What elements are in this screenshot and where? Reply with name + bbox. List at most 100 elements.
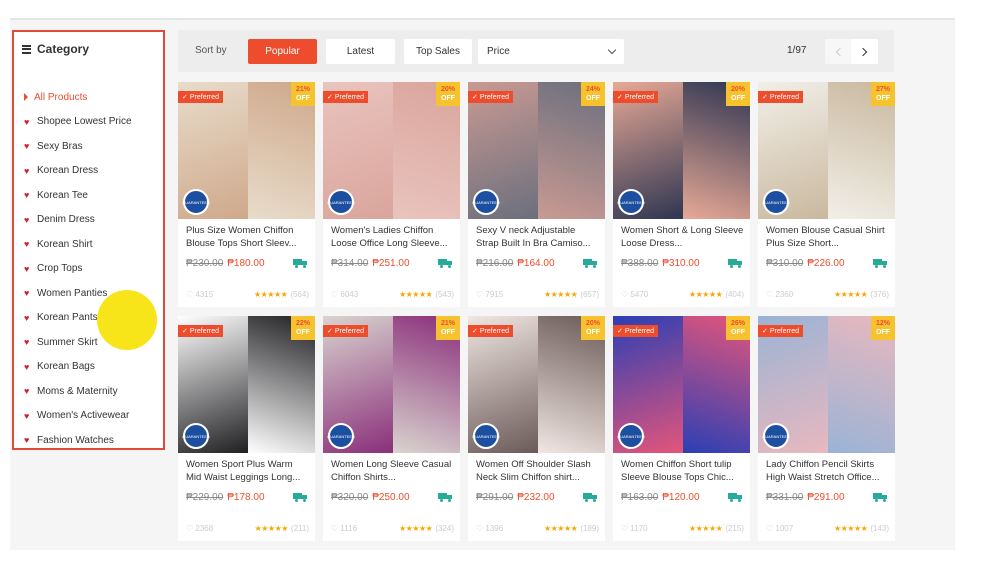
check-icon: ✓ <box>472 328 478 335</box>
off-label: OFF <box>586 329 600 336</box>
category-label: Moms & Maternity <box>37 385 118 397</box>
rating: ★★★★★ (189) <box>544 524 599 533</box>
product-name[interactable]: Sexy V neck Adjustable Strap Built In Br… <box>476 224 600 250</box>
sort-latest-button[interactable]: Latest <box>326 39 395 64</box>
product-name[interactable]: Women Blouse Casual Shirt Plus Size Shor… <box>766 224 890 250</box>
caret-right-icon <box>24 93 28 102</box>
likes[interactable]: ♡ 1116 <box>331 524 357 533</box>
heart-icon: ♥ <box>24 312 30 323</box>
rating: ★★★★★ (211) <box>255 524 309 533</box>
likes[interactable]: ♡ 1170 <box>621 524 648 533</box>
product-image[interactable]: ✓ Preferred 27% OFF GUARANTEED <box>758 82 895 219</box>
review-count: (564) <box>290 290 309 299</box>
category-item[interactable]: ♥ Shopee Lowest Price <box>24 110 132 135</box>
category-label: Fashion Watches <box>37 434 114 446</box>
likes[interactable]: ♡ 6043 <box>331 290 358 299</box>
product-name[interactable]: Plus Size Women Chiffon Blouse Tops Shor… <box>186 224 310 250</box>
product-image[interactable]: ✓ Preferred 20% OFF GUARANTEED <box>323 82 460 219</box>
category-item[interactable]: ♥ Korean Dress <box>24 159 132 184</box>
product-name[interactable]: Lady Chiffon Pencil Skirts High Waist St… <box>766 458 890 484</box>
category-item[interactable]: ♥ Korean Tee <box>24 183 132 208</box>
product-image[interactable]: ✓ Preferred 12% OFF GUARANTEED <box>758 316 895 453</box>
product-card[interactable]: ✓ Preferred 20% OFF GUARANTEED Women Short & … <box>613 82 750 307</box>
sort-popular-button[interactable]: Popular <box>248 39 317 64</box>
discount-badge: 27% OFF <box>871 82 895 106</box>
category-item[interactable]: ♥ Korean Shirt <box>24 232 132 257</box>
heart-icon: ♥ <box>24 337 30 348</box>
likes[interactable]: ♡ 2360 <box>766 290 793 299</box>
chevron-right-icon <box>858 47 868 56</box>
category-item[interactable]: ♥ Crop Tops <box>24 257 132 282</box>
category-item[interactable]: ♥ Sexy Bras <box>24 134 132 159</box>
original-price: ₱291.00 <box>476 492 514 503</box>
sort-top-sales-button[interactable]: Top Sales <box>404 39 472 64</box>
product-image[interactable]: ✓ Preferred 24% OFF GUARANTEED <box>468 82 605 219</box>
review-count: (189) <box>580 524 599 533</box>
product-card[interactable]: ✓ Preferred 27% OFF GUARANTEED Women Blouse C… <box>758 82 895 307</box>
rating: ★★★★★ (324) <box>399 524 454 533</box>
product-name[interactable]: Women Sport Plus Warm Mid Waist Leggings… <box>186 458 310 484</box>
sale-price: ₱232.00 <box>517 492 555 503</box>
heart-outline-icon: ♡ <box>186 290 194 299</box>
product-card[interactable]: ✓ Preferred 20% OFF GUARANTEED Women Off Shou… <box>468 316 605 541</box>
likes[interactable]: ♡ 2368 <box>186 524 213 533</box>
product-meta: ♡ 2360 ★★★★★ (376) <box>766 290 889 299</box>
heart-icon: ♥ <box>24 239 30 250</box>
review-count: (543) <box>435 290 454 299</box>
category-item[interactable]: ♥ Fashion Watches <box>24 428 132 453</box>
seal-label: GUARANTEED <box>762 199 790 205</box>
prev-page-button[interactable] <box>825 39 852 64</box>
likes[interactable]: ♡ 1396 <box>476 524 503 533</box>
review-count: (404) <box>725 290 744 299</box>
product-name[interactable]: Women Chiffon Short tulip Sleeve Blouse … <box>621 458 745 484</box>
star-rating-icon: ★★★★★ <box>688 290 723 299</box>
review-count: (215) <box>725 524 744 533</box>
product-image[interactable]: ✓ Preferred 20% OFF GUARANTEED <box>613 82 750 219</box>
heart-icon: ♥ <box>24 361 30 372</box>
product-card[interactable]: ✓ Preferred 24% OFF GUARANTEED Sexy V neck Ad… <box>468 82 605 307</box>
product-prices: ₱163.00 ₱120.00 <box>621 492 700 503</box>
category-list: All Products ♥ Shopee Lowest Price ♥ Sexy Br… <box>24 85 132 453</box>
discount-value: 20% <box>730 86 745 93</box>
product-name[interactable]: Women Off Shoulder Slash Neck Slim Chiff… <box>476 458 600 484</box>
product-image[interactable]: ✓ Preferred 20% OFF GUARANTEED <box>468 316 605 453</box>
off-label: OFF <box>731 95 745 102</box>
price-sort-select[interactable]: Price <box>478 39 624 64</box>
original-price: ₱388.00 <box>621 258 659 269</box>
product-card[interactable]: ✓ Preferred 26% OFF GUARANTEED Women Chiffon … <box>613 316 750 541</box>
product-card[interactable]: ✓ Preferred 12% OFF GUARANTEED Lady Chiffon P… <box>758 316 895 541</box>
likes[interactable]: ♡ 1007 <box>766 524 793 533</box>
off-label: OFF <box>296 329 310 336</box>
product-prices: ₱230.00 ₱180.00 <box>186 258 265 269</box>
likes[interactable]: ♡ 4315 <box>186 290 213 299</box>
category-header: Category <box>22 42 89 56</box>
discount-badge: 22% OFF <box>291 316 315 340</box>
product-card[interactable]: ✓ Preferred 20% OFF GUARANTEED Women's Ladies… <box>323 82 460 307</box>
category-item[interactable]: ♥ Denim Dress <box>24 208 132 233</box>
category-item[interactable]: ♥ Moms & Maternity <box>24 379 132 404</box>
review-count: (211) <box>290 524 309 533</box>
product-name[interactable]: Women's Ladies Chiffon Loose Office Long… <box>331 224 455 250</box>
heart-icon: ♥ <box>24 141 30 152</box>
discount-badge: 26% OFF <box>726 316 750 340</box>
next-page-button[interactable] <box>851 39 878 64</box>
guaranteed-seal-icon: GUARANTEED <box>327 189 355 215</box>
product-card[interactable]: ✓ Preferred 22% OFF GUARANTEED Women Sport Pl… <box>178 316 315 541</box>
list-icon <box>22 44 31 54</box>
product-image[interactable]: ✓ Preferred 21% OFF GUARANTEED <box>178 82 315 219</box>
category-item[interactable]: ♥ Women's Activewear <box>24 404 132 429</box>
product-image[interactable]: ✓ Preferred 22% OFF GUARANTEED <box>178 316 315 453</box>
product-card[interactable]: ✓ Preferred 21% OFF GUARANTEED Women Long Sle… <box>323 316 460 541</box>
product-image[interactable]: ✓ Preferred 21% OFF GUARANTEED <box>323 316 460 453</box>
category-item[interactable]: ♥ Korean Bags <box>24 355 132 380</box>
likes[interactable]: ♡ 7915 <box>476 290 503 299</box>
category-item[interactable]: All Products <box>24 85 132 110</box>
discount-badge: 24% OFF <box>581 82 605 106</box>
product-name[interactable]: Women Long Sleeve Casual Chiffon Shirts.… <box>331 458 455 484</box>
sale-price: ₱178.00 <box>227 492 265 503</box>
product-image[interactable]: ✓ Preferred 26% OFF GUARANTEED <box>613 316 750 453</box>
product-name[interactable]: Women Short & Long Sleeve Loose Dress... <box>621 224 745 250</box>
product-card[interactable]: ✓ Preferred 21% OFF GUARANTEED Plus Size Wome… <box>178 82 315 307</box>
likes[interactable]: ♡ 5470 <box>621 290 648 299</box>
product-meta: ♡ 1170 ★★★★★ (215) <box>621 524 744 533</box>
